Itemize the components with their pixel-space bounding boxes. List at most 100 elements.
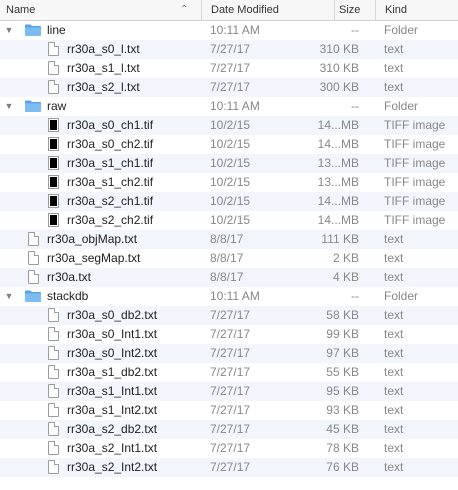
text-document-icon [48,42,59,56]
file-size: 300 KB [319,80,359,94]
disclosure-triangle-icon[interactable]: ▼ [4,287,14,306]
text-document-icon [48,365,59,379]
file-row[interactable]: rr30a_s0_ch2.tif 10/2/15 14...MB TIFF image [0,135,458,154]
tiff-image-icon [48,175,59,189]
file-row[interactable]: rr30a_s0_l.txt 7/27/17 310 KB text [0,40,458,59]
date-modified: 7/27/17 [210,365,251,379]
file-row[interactable]: rr30a_s2_ch2.tif 10/2/15 14...MB TIFF image [0,211,458,230]
file-row[interactable]: ▼ raw 10:11 AM -- Folder [0,97,458,116]
file-row[interactable]: rr30a_s0_ch1.tif 10/2/15 14...MB TIFF image [0,116,458,135]
date-modified: 7/27/17 [210,403,251,417]
file-name: rr30a_segMap.txt [47,251,141,265]
file-kind: text [384,327,404,341]
date-modified: 8/8/17 [210,251,244,265]
text-document-icon [48,80,59,94]
disclosure-triangle-icon[interactable]: ▼ [4,97,14,116]
file-row[interactable]: rr30a_s2_db2.txt 7/27/17 45 KB text [0,420,458,439]
file-size: 310 KB [319,42,359,56]
file-kind: TIFF image [384,175,446,189]
file-row[interactable]: rr30a_s1_ch1.tif 10/2/15 13...MB TIFF image [0,154,458,173]
file-size: 14...MB [317,118,359,132]
file-name: rr30a_s0_Int1.txt [67,327,158,341]
file-name: rr30a_objMap.txt [47,232,138,246]
file-kind: text [384,251,404,265]
file-name: rr30a_s0_db2.txt [67,308,158,322]
sort-ascending-icon[interactable]: ⌃ [180,0,188,20]
file-kind: text [384,384,404,398]
file-name: stackdb [47,289,89,303]
date-modified: 10/2/15 [210,156,251,170]
file-row[interactable]: rr30a_s1_ch2.tif 10/2/15 13...MB TIFF image [0,173,458,192]
file-name: raw [47,99,67,113]
file-kind: text [384,232,404,246]
date-modified-column-header[interactable]: Date Modified [201,0,334,20]
tiff-image-icon [48,156,59,170]
file-row[interactable]: rr30a_s2_ch1.tif 10/2/15 14...MB TIFF image [0,192,458,211]
file-size: 99 KB [326,327,359,341]
text-document-icon [48,61,59,75]
file-row[interactable]: rr30a_s2_Int1.txt 7/27/17 78 KB text [0,439,458,458]
size-column-header[interactable]: Size [334,0,375,20]
file-kind: TIFF image [384,194,446,208]
file-row[interactable]: rr30a_s1_db2.txt 7/27/17 55 KB text [0,363,458,382]
file-kind: text [384,42,404,56]
file-kind: text [384,308,404,322]
file-row[interactable]: rr30a_s1_l.txt 7/27/17 310 KB text [0,59,458,78]
date-modified: 8/8/17 [210,232,244,246]
file-row[interactable]: rr30a.txt 8/8/17 4 KB text [0,268,458,287]
file-row[interactable]: rr30a_s0_Int2.txt 7/27/17 97 KB text [0,344,458,363]
text-document-icon [28,251,39,265]
date-modified: 10/2/15 [210,175,251,189]
file-size: 310 KB [319,61,359,75]
file-kind: text [384,365,404,379]
file-row[interactable]: rr30a_s0_db2.txt 7/27/17 58 KB text [0,306,458,325]
name-column-header[interactable]: Name [6,0,200,20]
file-row[interactable]: rr30a_objMap.txt 8/8/17 111 KB text [0,230,458,249]
file-kind: text [384,346,404,360]
file-kind: text [384,441,404,455]
file-kind: Folder [384,289,419,303]
file-size: 55 KB [326,365,359,379]
folder-icon [25,290,41,302]
file-name: rr30a_s1_l.txt [67,61,140,75]
file-row[interactable]: rr30a_segMap.txt 8/8/17 2 KB text [0,249,458,268]
file-kind: text [384,422,404,436]
kind-column-header[interactable]: Kind [375,0,458,20]
tiff-image-icon [48,118,59,132]
date-modified: 10/2/15 [210,194,251,208]
file-row[interactable]: ▼ stackdb 10:11 AM -- Folder [0,287,458,306]
text-document-icon [48,384,59,398]
file-kind: TIFF image [384,156,446,170]
tiff-image-icon [48,213,59,227]
file-row[interactable]: rr30a_s1_Int2.txt 7/27/17 93 KB text [0,401,458,420]
file-size: 78 KB [326,441,359,455]
file-name: rr30a_s0_ch1.tif [67,118,154,132]
folder-icon [25,100,41,112]
date-modified: 10:11 AM [210,289,260,303]
file-row[interactable]: rr30a_s2_l.txt 7/27/17 300 KB text [0,78,458,97]
file-size: 58 KB [326,308,359,322]
text-document-icon [28,270,39,284]
file-kind: text [384,460,404,474]
file-name: rr30a_s1_ch2.tif [67,175,154,189]
date-modified: 7/27/17 [210,346,251,360]
disclosure-triangle-icon[interactable]: ▼ [4,21,14,40]
text-document-icon [48,403,59,417]
file-size: 76 KB [326,460,359,474]
file-size: 97 KB [326,346,359,360]
file-size: 13...MB [317,156,359,170]
file-row[interactable]: rr30a_s2_Int2.txt 7/27/17 76 KB text [0,458,458,477]
file-name: rr30a_s2_db2.txt [67,422,158,436]
file-row[interactable]: rr30a_s0_Int1.txt 7/27/17 99 KB text [0,325,458,344]
file-size: 4 KB [332,270,359,284]
file-kind: TIFF image [384,137,446,151]
file-size: 95 KB [326,384,359,398]
file-row[interactable]: ▼ line 10:11 AM -- Folder [0,21,458,40]
date-modified: 7/27/17 [210,327,251,341]
date-modified: 10/2/15 [210,137,251,151]
file-name: rr30a.txt [47,270,92,284]
text-document-icon [48,441,59,455]
file-row[interactable]: rr30a_s1_Int1.txt 7/27/17 95 KB text [0,382,458,401]
date-modified: 10/2/15 [210,213,251,227]
file-size: -- [351,289,359,303]
